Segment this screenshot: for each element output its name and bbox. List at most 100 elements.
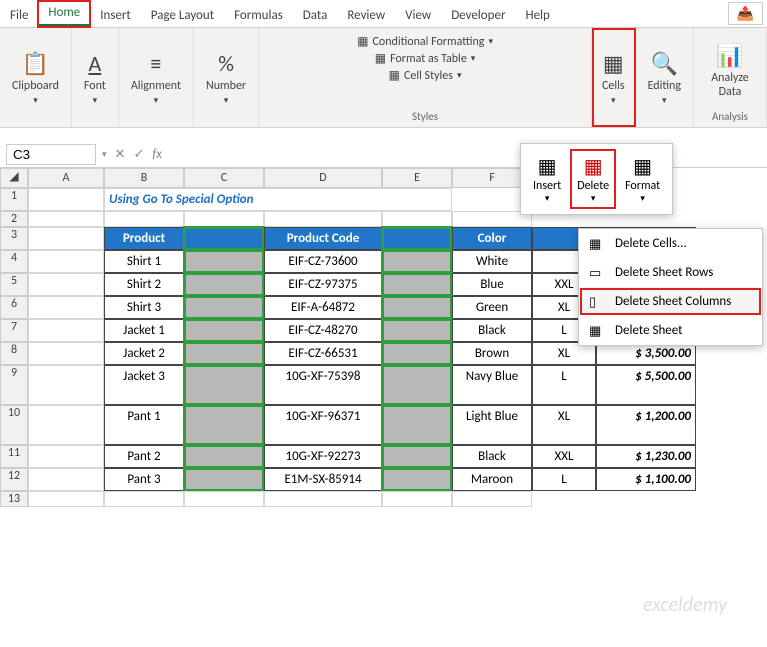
cell[interactable] bbox=[28, 405, 104, 445]
blank-cell[interactable] bbox=[184, 250, 264, 273]
clipboard-button[interactable]: 📋 Clipboard ▾ bbox=[8, 48, 63, 108]
table-cell[interactable]: Pant 2 bbox=[104, 445, 184, 468]
tab-insert[interactable]: Insert bbox=[90, 4, 141, 27]
blank-cell[interactable] bbox=[184, 445, 264, 468]
blank-cell[interactable] bbox=[184, 405, 264, 445]
cell[interactable] bbox=[264, 491, 382, 507]
table-cell[interactable]: Navy Blue bbox=[452, 365, 532, 405]
tab-formulas[interactable]: Formulas bbox=[224, 4, 293, 27]
col-header-c[interactable]: C bbox=[184, 168, 264, 188]
blank-cell[interactable] bbox=[184, 365, 264, 405]
table-cell[interactable]: Shirt 3 bbox=[104, 296, 184, 319]
sheet-title[interactable]: Using Go To Special Option bbox=[104, 188, 452, 211]
table-header[interactable]: Color bbox=[452, 227, 532, 250]
table-cell[interactable]: $ 1,200.00 bbox=[596, 405, 696, 445]
row-header[interactable]: 3 bbox=[0, 227, 28, 250]
format-cells-button[interactable]: ▦ Format ▾ bbox=[619, 150, 666, 208]
row-header[interactable]: 4 bbox=[0, 250, 28, 273]
blank-cell[interactable] bbox=[184, 319, 264, 342]
tab-view[interactable]: View bbox=[395, 4, 441, 27]
table-cell[interactable]: Black bbox=[452, 319, 532, 342]
cell[interactable] bbox=[28, 211, 104, 227]
table-cell[interactable]: Jacket 1 bbox=[104, 319, 184, 342]
enter-icon[interactable]: ✓ bbox=[133, 147, 144, 162]
cell[interactable] bbox=[382, 491, 452, 507]
table-cell[interactable]: $ 1,230.00 bbox=[596, 445, 696, 468]
table-cell[interactable]: Shirt 2 bbox=[104, 273, 184, 296]
table-cell[interactable]: E1M-SX-85914 bbox=[264, 468, 382, 491]
table-cell[interactable]: Green bbox=[452, 296, 532, 319]
row-header[interactable]: 6 bbox=[0, 296, 28, 319]
cell[interactable] bbox=[452, 491, 532, 507]
blank-cell[interactable] bbox=[382, 296, 452, 319]
tab-home[interactable]: Home bbox=[38, 1, 90, 27]
cell[interactable] bbox=[28, 273, 104, 296]
table-cell[interactable]: XXL bbox=[532, 445, 596, 468]
table-cell[interactable]: $ 5,500.00 bbox=[596, 365, 696, 405]
delete-sheet-item[interactable]: ▦Delete Sheet bbox=[579, 316, 762, 345]
delete-cells-button[interactable]: ▦ Delete ▾ bbox=[571, 150, 615, 208]
number-button[interactable]: % Number ▾ bbox=[202, 48, 250, 108]
table-cell[interactable]: Blue bbox=[452, 273, 532, 296]
table-cell[interactable]: 10G-XF-96371 bbox=[264, 405, 382, 445]
format-as-table-button[interactable]: ▦Format as Table▾ bbox=[375, 51, 476, 66]
cell[interactable] bbox=[104, 491, 184, 507]
row-header[interactable]: 12 bbox=[0, 468, 28, 491]
blank-cell[interactable] bbox=[382, 365, 452, 405]
table-cell[interactable]: EIF-CZ-73600 bbox=[264, 250, 382, 273]
blank-cell[interactable] bbox=[382, 273, 452, 296]
editing-button[interactable]: 🔍 Editing ▾ bbox=[644, 48, 685, 108]
blank-cell[interactable] bbox=[382, 342, 452, 365]
cell[interactable] bbox=[28, 445, 104, 468]
conditional-formatting-button[interactable]: ▦Conditional Formatting▾ bbox=[357, 34, 493, 49]
row-header[interactable]: 11 bbox=[0, 445, 28, 468]
cell[interactable] bbox=[184, 491, 264, 507]
tab-developer[interactable]: Developer bbox=[441, 4, 515, 27]
row-header[interactable]: 1 bbox=[0, 188, 28, 211]
row-header[interactable]: 10 bbox=[0, 405, 28, 445]
table-header[interactable]: Product Code bbox=[264, 227, 382, 250]
cell[interactable] bbox=[264, 211, 382, 227]
table-cell[interactable]: EIF-CZ-97375 bbox=[264, 273, 382, 296]
table-cell[interactable]: $ 1,100.00 bbox=[596, 468, 696, 491]
blank-cell[interactable] bbox=[382, 405, 452, 445]
table-cell[interactable]: Pant 3 bbox=[104, 468, 184, 491]
col-header-d[interactable]: D bbox=[264, 168, 382, 188]
tab-help[interactable]: Help bbox=[515, 4, 559, 27]
table-cell[interactable]: 10G-XF-92273 bbox=[264, 445, 382, 468]
table-cell[interactable]: Light Blue bbox=[452, 405, 532, 445]
blank-cell[interactable] bbox=[382, 319, 452, 342]
row-header[interactable]: 7 bbox=[0, 319, 28, 342]
table-header[interactable]: Product bbox=[104, 227, 184, 250]
cell[interactable] bbox=[104, 211, 184, 227]
table-cell[interactable]: EIF-CZ-48270 bbox=[264, 319, 382, 342]
tab-data[interactable]: Data bbox=[293, 4, 338, 27]
cell[interactable] bbox=[28, 468, 104, 491]
table-header-blank[interactable] bbox=[382, 227, 452, 250]
blank-cell[interactable] bbox=[382, 468, 452, 491]
table-cell[interactable]: L bbox=[532, 468, 596, 491]
blank-cell[interactable] bbox=[184, 342, 264, 365]
delete-cells-item[interactable]: ▦Delete Cells... bbox=[579, 229, 762, 258]
name-box[interactable] bbox=[6, 144, 96, 165]
cell[interactable] bbox=[28, 365, 104, 405]
col-header-a[interactable]: A bbox=[28, 168, 104, 188]
blank-cell[interactable] bbox=[382, 250, 452, 273]
delete-sheet-columns-item[interactable]: ▯Delete Sheet Columns bbox=[579, 287, 762, 316]
tab-review[interactable]: Review bbox=[337, 4, 395, 27]
col-header-b[interactable]: B bbox=[104, 168, 184, 188]
row-header[interactable]: 9 bbox=[0, 365, 28, 405]
blank-cell[interactable] bbox=[382, 445, 452, 468]
blank-cell[interactable] bbox=[184, 273, 264, 296]
row-header[interactable]: 2 bbox=[0, 211, 28, 227]
table-cell[interactable]: 10G-XF-75398 bbox=[264, 365, 382, 405]
tab-file[interactable]: File bbox=[0, 4, 38, 27]
cell[interactable] bbox=[28, 227, 104, 250]
fx-icon[interactable]: fx bbox=[152, 147, 162, 162]
cell[interactable] bbox=[28, 342, 104, 365]
table-cell[interactable]: Jacket 2 bbox=[104, 342, 184, 365]
blank-cell[interactable] bbox=[184, 468, 264, 491]
table-cell[interactable]: Brown bbox=[452, 342, 532, 365]
cell[interactable] bbox=[28, 491, 104, 507]
cell[interactable] bbox=[28, 188, 104, 211]
